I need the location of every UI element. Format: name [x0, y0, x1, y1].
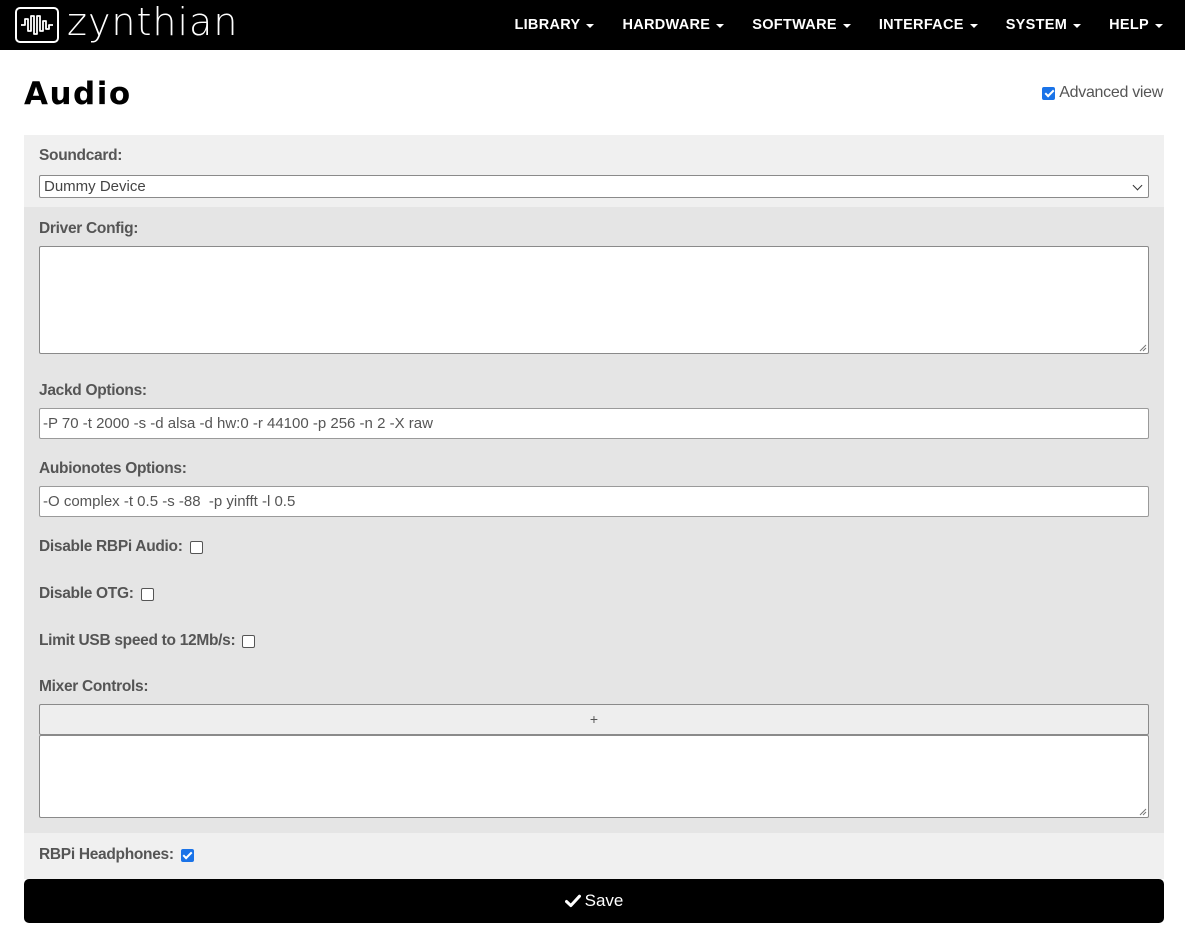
page-title: Audio [24, 76, 132, 112]
nav-interface[interactable]: INTERFACE [879, 17, 978, 33]
add-mixer-control-button[interactable]: + [39, 704, 1149, 735]
resize-grip-icon[interactable] [1138, 343, 1147, 352]
soundcard-label: Soundcard: [39, 147, 123, 164]
nav-library[interactable]: LIBRARY [514, 17, 595, 33]
nav-interface-label: INTERFACE [878, 17, 964, 33]
disable-otg-row: Disable OTG: [39, 585, 154, 603]
resize-grip-icon[interactable] [1138, 807, 1147, 816]
caret-down-icon [586, 24, 595, 28]
advanced-view-checkbox[interactable] [1042, 86, 1056, 100]
headphones-section: RBPi Headphones: [24, 833, 1164, 879]
caret-down-icon [842, 24, 851, 28]
nav-hardware[interactable]: HARDWARE [622, 17, 725, 33]
jackd-options-input[interactable]: -P 70 -t 2000 -s -d alsa -d hw:0 -r 4410… [39, 408, 1149, 439]
driver-config-label: Driver Config: [39, 220, 139, 237]
nav-help-label: HELP [1109, 17, 1149, 33]
chevron-down-icon [1132, 180, 1143, 191]
rbpi-headphones-checkbox[interactable] [180, 848, 194, 862]
advanced-view-toggle[interactable]: Advanced view [1042, 84, 1163, 102]
brand-name: zynthian [67, 0, 239, 44]
caret-down-icon [1073, 24, 1082, 28]
nav-software[interactable]: SOFTWARE [752, 17, 851, 33]
aubionotes-options-label: Aubionotes Options: [39, 460, 187, 477]
disable-otg-label: Disable OTG: [39, 585, 134, 602]
brand-logo[interactable]: zynthian [15, 0, 239, 44]
soundcard-section: Soundcard: Dummy Device [24, 135, 1164, 207]
nav-software-label: SOFTWARE [752, 17, 837, 33]
nav-library-label: LIBRARY [514, 17, 581, 33]
caret-down-icon [969, 24, 978, 28]
nav-help[interactable]: HELP [1109, 17, 1163, 33]
driver-settings-section: Driver Config: Jackd Options: -P 70 -t 2… [24, 207, 1164, 833]
jackd-options-label: Jackd Options: [39, 382, 147, 399]
disable-rbpi-audio-checkbox[interactable] [189, 540, 203, 554]
nav-system-label: SYSTEM [1005, 17, 1068, 33]
nav-hardware-label: HARDWARE [622, 17, 711, 33]
driver-config-textarea[interactable] [39, 246, 1149, 354]
caret-down-icon [716, 24, 725, 28]
soundcard-value: Dummy Device [44, 178, 146, 195]
rbpi-headphones-label: RBPi Headphones: [39, 846, 174, 863]
waveform-logo-icon [15, 7, 59, 43]
mixer-controls-textarea[interactable] [39, 735, 1149, 818]
limit-usb-speed-checkbox[interactable] [242, 634, 256, 648]
limit-usb-speed-row: Limit USB speed to 12Mb/s: [39, 632, 256, 650]
limit-usb-speed-label: Limit USB speed to 12Mb/s: [39, 632, 236, 649]
nav-menu: LIBRARY HARDWARE SOFTWARE INTERFACE SYST… [486, 0, 1163, 50]
top-navbar: zynthian LIBRARY HARDWARE SOFTWARE INTER… [0, 0, 1185, 50]
disable-rbpi-audio-row: Disable RBPi Audio: [39, 538, 203, 556]
disable-rbpi-audio-label: Disable RBPi Audio: [39, 538, 183, 555]
nav-system[interactable]: SYSTEM [1005, 17, 1082, 33]
soundcard-select[interactable]: Dummy Device [39, 175, 1149, 198]
rbpi-headphones-row: RBPi Headphones: [39, 846, 194, 864]
mixer-controls-label: Mixer Controls: [39, 678, 149, 695]
caret-down-icon [1155, 24, 1163, 28]
save-button[interactable]: Save [24, 879, 1164, 923]
save-label: Save [584, 891, 624, 910]
disable-otg-checkbox[interactable] [140, 587, 154, 601]
advanced-view-label: Advanced view [1059, 84, 1163, 101]
aubionotes-options-input[interactable]: -O complex -t 0.5 -s -88 -p yinfft -l 0.… [39, 486, 1149, 517]
check-icon [564, 894, 581, 908]
